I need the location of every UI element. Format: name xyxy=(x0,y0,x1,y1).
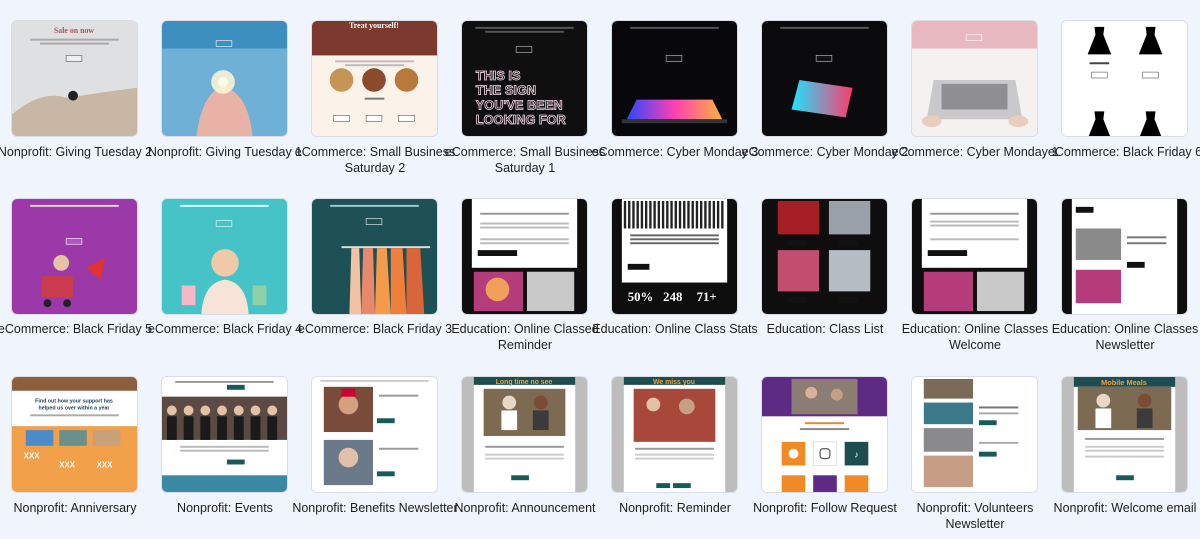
template-thumbnail[interactable]: Sale on now xyxy=(11,20,138,137)
template-preview-image: Mobile Meals xyxy=(1062,377,1187,492)
template-thumbnail[interactable] xyxy=(911,198,1038,315)
template-thumbnail[interactable] xyxy=(761,20,888,137)
template-label[interactable]: eCommerce: Small Business Saturday 1 xyxy=(440,144,610,176)
template-thumbnail[interactable]: Mobile Meals xyxy=(1061,376,1188,493)
template-preview-image xyxy=(162,199,287,314)
template-label[interactable]: eCommerce: Black Friday 3 xyxy=(290,321,460,337)
template-preview-image: Sale on now xyxy=(12,21,137,136)
svg-text:♪: ♪ xyxy=(854,450,858,460)
template-label[interactable]: eCommerce: Small Business Saturday 2 xyxy=(290,144,460,176)
template-thumbnail[interactable] xyxy=(611,20,738,137)
template-thumbnail[interactable]: THIS IS THE SIGN YOU'VE BEEN LOOKING FOR xyxy=(461,20,588,137)
template-label[interactable]: Nonprofit: Reminder xyxy=(590,500,760,516)
template-thumbnail[interactable] xyxy=(311,198,438,315)
template-label[interactable]: eCommerce: Cyber Monday 2 xyxy=(740,144,910,160)
template-preview-image xyxy=(162,377,287,492)
template-thumbnail[interactable]: We miss you xyxy=(611,376,738,493)
svg-text:71+: 71+ xyxy=(697,290,717,304)
template-label[interactable]: eCommerce: Black Friday 5 xyxy=(0,321,160,337)
template-label[interactable]: Education: Class List xyxy=(740,321,910,337)
svg-text:XXX: XXX xyxy=(24,452,40,461)
template-thumbnail[interactable] xyxy=(461,198,588,315)
svg-text:LOOKING FOR: LOOKING FOR xyxy=(476,112,566,127)
template-thumbnail[interactable] xyxy=(1061,198,1188,315)
template-preview-image: 50% 248 71+ xyxy=(612,199,737,314)
template-preview-image xyxy=(762,199,887,314)
template-label[interactable]: eCommerce: Cyber Monday 3 xyxy=(590,144,760,160)
template-preview-image xyxy=(312,377,437,492)
template-label[interactable]: Education: Online Classes Newsletter xyxy=(1040,321,1200,353)
template-thumbnail[interactable] xyxy=(911,376,1038,493)
template-preview-image: We miss you xyxy=(612,377,737,492)
svg-text:248: 248 xyxy=(663,290,682,304)
template-preview-image xyxy=(762,21,887,136)
template-preview-image xyxy=(1062,21,1187,136)
template-preview-image xyxy=(162,21,287,136)
template-gallery: Sale on now Nonprofit: Giving Tuesday 2 … xyxy=(0,0,1200,539)
template-thumbnail[interactable] xyxy=(161,376,288,493)
template-thumbnail[interactable]: Find out how your support has helped us … xyxy=(11,376,138,493)
template-label[interactable]: eCommerce: Black Friday 6 xyxy=(1040,144,1200,160)
svg-text:THE SIGN: THE SIGN xyxy=(476,83,536,98)
template-label[interactable]: Nonprofit: Follow Request xyxy=(740,500,910,516)
svg-text:Sale on now: Sale on now xyxy=(54,26,95,35)
template-label[interactable]: Education: Online Classed Reminder xyxy=(440,321,610,353)
template-label[interactable]: Nonprofit: Giving Tuesday 2 xyxy=(0,144,160,160)
svg-text:XXX: XXX xyxy=(97,460,113,469)
template-thumbnail[interactable]: 50% 248 71+ xyxy=(611,198,738,315)
template-preview-image xyxy=(462,199,587,314)
template-label[interactable]: Nonprofit: Benefits Newsletter xyxy=(290,500,460,516)
template-label[interactable]: Nonprofit: Announcement xyxy=(440,500,610,516)
svg-text:Find out how your support has: Find out how your support has xyxy=(35,399,113,405)
svg-text:Mobile Meals: Mobile Meals xyxy=(1101,378,1147,387)
template-label[interactable]: Nonprofit: Anniversary xyxy=(0,500,160,516)
template-label[interactable]: eCommerce: Black Friday 4 xyxy=(140,321,310,337)
template-thumbnail[interactable] xyxy=(761,198,888,315)
template-thumbnail[interactable] xyxy=(1061,20,1188,137)
template-thumbnail[interactable] xyxy=(11,198,138,315)
template-preview-image: Find out how your support has helped us … xyxy=(12,377,137,492)
template-label[interactable]: Nonprofit: Giving Tuesday 1 xyxy=(140,144,310,160)
template-label[interactable]: eCommerce: Cyber Monday 1 xyxy=(890,144,1060,160)
template-preview-image xyxy=(12,199,137,314)
svg-text:YOU'VE BEEN: YOU'VE BEEN xyxy=(476,97,563,112)
template-label[interactable]: Education: Online Classes Welcome xyxy=(890,321,1060,353)
template-preview-image: ♪ xyxy=(762,377,887,492)
template-preview-image xyxy=(1062,199,1187,314)
template-thumbnail[interactable]: ♪ xyxy=(761,376,888,493)
svg-text:Treat yourself!: Treat yourself! xyxy=(349,21,399,30)
svg-text:THIS IS: THIS IS xyxy=(476,68,521,83)
svg-text:50%: 50% xyxy=(628,290,654,304)
template-thumbnail[interactable] xyxy=(311,376,438,493)
template-thumbnail[interactable] xyxy=(161,198,288,315)
template-preview-image xyxy=(312,199,437,314)
svg-text:We miss you: We miss you xyxy=(653,379,695,386)
template-label[interactable]: Nonprofit: Volunteers Newsletter xyxy=(890,500,1060,532)
template-preview-image: THIS IS THE SIGN YOU'VE BEEN LOOKING FOR xyxy=(462,21,587,136)
template-label[interactable]: Nonprofit: Events xyxy=(140,500,310,516)
template-preview-image xyxy=(912,21,1037,136)
template-label[interactable]: Education: Online Class Stats xyxy=(590,321,760,337)
template-preview-image xyxy=(612,21,737,136)
template-label[interactable]: Nonprofit: Welcome email xyxy=(1040,500,1200,516)
svg-text:Long time no see: Long time no see xyxy=(496,379,553,386)
template-preview-image: Long time no see xyxy=(462,377,587,492)
template-thumbnail[interactable]: Treat yourself! xyxy=(311,20,438,137)
template-thumbnail[interactable] xyxy=(161,20,288,137)
template-preview-image: Treat yourself! xyxy=(312,21,437,136)
template-preview-image xyxy=(912,377,1037,492)
template-thumbnail[interactable] xyxy=(911,20,1038,137)
template-thumbnail[interactable]: Long time no see xyxy=(461,376,588,493)
template-preview-image xyxy=(912,199,1037,314)
svg-text:helped us over within a year: helped us over within a year xyxy=(39,405,110,411)
svg-text:XXX: XXX xyxy=(59,460,75,469)
